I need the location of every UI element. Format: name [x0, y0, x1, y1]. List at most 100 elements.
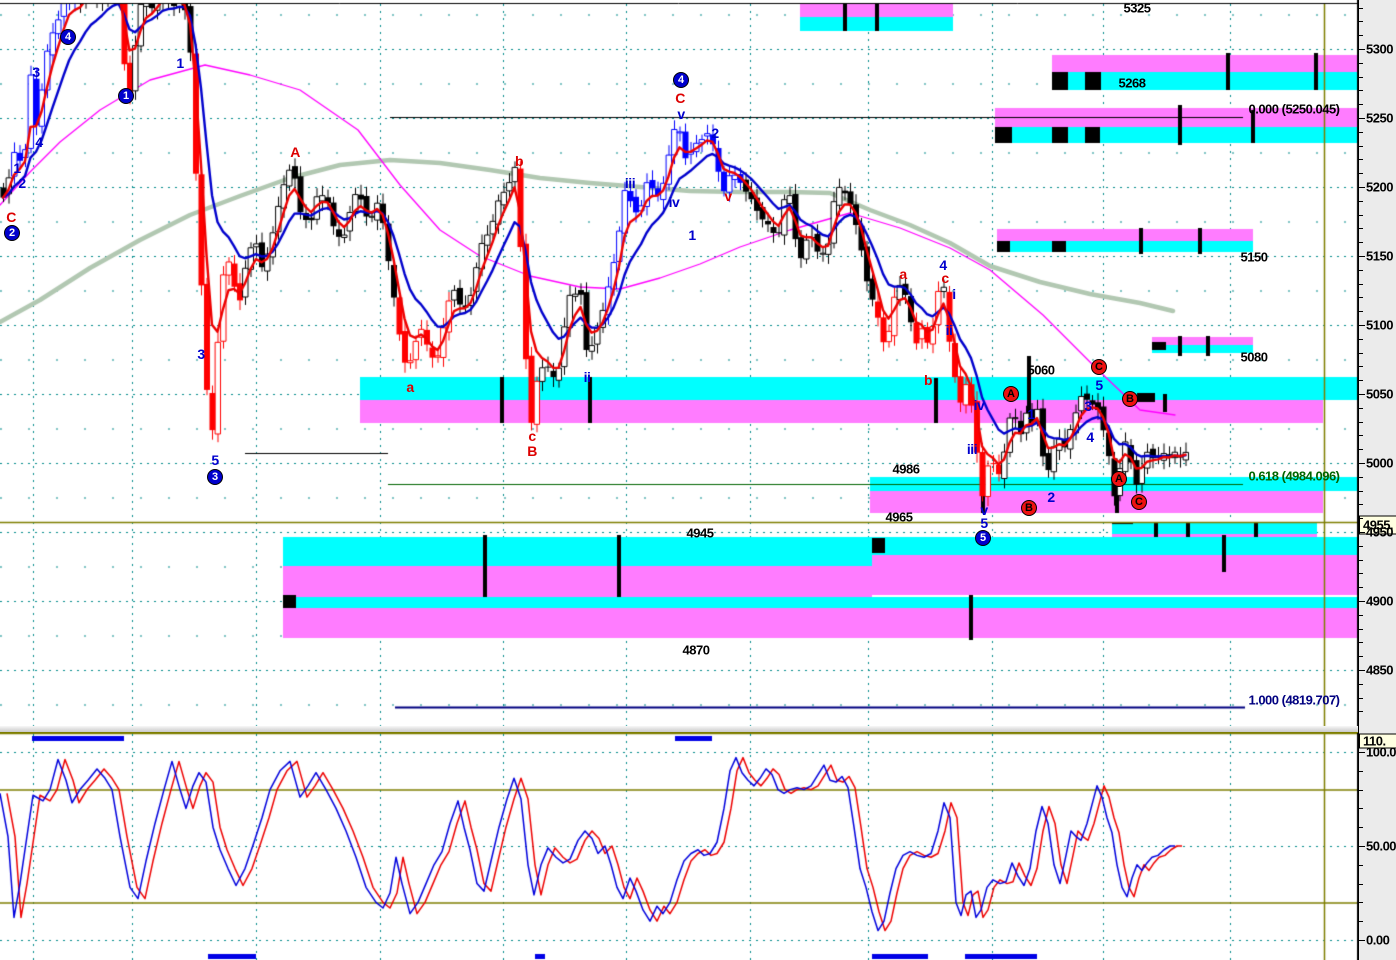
- wave-label: C: [6, 209, 16, 225]
- wave-label: 2: [1047, 489, 1055, 505]
- wave-label: 1: [688, 227, 696, 243]
- wave-label: 1: [176, 55, 184, 71]
- circled-wave-label: B: [1021, 500, 1037, 516]
- axis-tick: [1359, 476, 1363, 478]
- wave-label: c: [528, 428, 536, 444]
- axis-tick: [1359, 545, 1363, 547]
- axis-tick: [1359, 421, 1363, 423]
- axis-tick: [1359, 697, 1363, 699]
- axis-tick: [1359, 921, 1363, 923]
- axis-tick: [1359, 504, 1363, 506]
- axis-tick: [1359, 131, 1363, 133]
- price-axis[interactable]: 4955. 110. 5300 5250 5200 5150 5100 5050 5000 4…: [1358, 0, 1396, 960]
- wave-label: iv: [973, 397, 985, 413]
- axis-tick: [1359, 490, 1363, 492]
- axis-tick: [1359, 380, 1363, 382]
- axis-tick: [1359, 62, 1363, 64]
- axis-tick: [1359, 518, 1363, 520]
- circled-wave-label: A: [1111, 471, 1127, 487]
- wave-label: iv: [668, 194, 680, 210]
- wave-label: b: [514, 153, 524, 169]
- axis-price-label: 5050: [1366, 386, 1393, 402]
- axis-tick: [1359, 407, 1363, 409]
- circled-wave-label: 3: [207, 469, 223, 485]
- axis-tick: [1359, 338, 1363, 340]
- circled-wave-label: 2: [4, 225, 20, 241]
- axis-price-label: 4900: [1366, 593, 1393, 609]
- wave-label: C: [675, 90, 685, 106]
- axis-tick: [1359, 118, 1365, 119]
- axis-indicator-label: 0.00: [1366, 932, 1390, 948]
- axis-price-label: 5200: [1366, 179, 1393, 195]
- stochastic-panel-canvas[interactable]: [0, 733, 1358, 960]
- axis-tick: [1359, 559, 1363, 561]
- axis-tick: [1359, 670, 1365, 671]
- wave-label: 1: [1027, 406, 1035, 422]
- axis-tick: [1359, 256, 1365, 257]
- price-level-label: 5325: [1123, 0, 1151, 16]
- wave-label: 3: [197, 346, 205, 362]
- price-level-label: 4870: [682, 642, 710, 658]
- axis-tick: [1359, 628, 1363, 630]
- axis-indicator-label: 50.00: [1366, 838, 1396, 854]
- axis-tick: [1359, 752, 1365, 753]
- axis-tick: [1359, 200, 1363, 202]
- wave-label: a: [406, 379, 414, 395]
- wave-label: 5: [211, 452, 219, 468]
- axis-tick: [1359, 601, 1365, 602]
- axis-price-label: 5250: [1366, 110, 1393, 126]
- axis-tick: [1359, 435, 1363, 437]
- axis-tick: [1359, 573, 1363, 575]
- axis-tick: [1359, 214, 1363, 216]
- axis-tick: [1359, 642, 1363, 644]
- circled-wave-label: 5: [975, 530, 991, 546]
- wave-label: i: [952, 286, 956, 302]
- circled-wave-label: 1: [118, 88, 134, 104]
- circled-wave-label: B: [1122, 391, 1138, 407]
- axis-tick: [1359, 242, 1363, 244]
- axis-tick: [1359, 311, 1363, 313]
- circled-wave-label: C: [1091, 359, 1107, 375]
- axis-tick: [1359, 449, 1363, 451]
- axis-tick: [1359, 187, 1365, 188]
- axis-tick: [1359, 656, 1363, 658]
- wave-label: 2: [18, 175, 26, 191]
- axis-tick: [1359, 883, 1363, 885]
- price-level-label: 5080: [1240, 349, 1268, 365]
- wave-label: v: [724, 188, 732, 204]
- wave-label: 3: [32, 64, 40, 80]
- axis-tick: [1359, 76, 1363, 78]
- axis-tick: [1359, 808, 1363, 810]
- price-level-label: 5060: [1027, 362, 1055, 378]
- axis-tick: [1359, 770, 1363, 772]
- axis-tick: [1359, 463, 1365, 464]
- wave-label: b: [923, 372, 933, 388]
- wave-label: 4: [35, 134, 43, 150]
- axis-tick: [1359, 711, 1363, 713]
- price-level-label: 5150: [1240, 249, 1268, 265]
- axis-tick: [1359, 269, 1363, 271]
- wave-label: 3: [1084, 398, 1092, 414]
- axis-tick: [1359, 366, 1363, 368]
- wave-label: 4: [1086, 429, 1094, 445]
- axis-tick: [1359, 846, 1365, 847]
- axis-tick: [1359, 104, 1363, 106]
- wave-label: ii: [583, 369, 591, 385]
- axis-tick: [1359, 21, 1363, 23]
- wave-label: c: [941, 270, 949, 286]
- wave-label: 5: [980, 515, 988, 531]
- panel-separator[interactable]: [0, 726, 1396, 733]
- axis-tick: [1359, 7, 1363, 9]
- fib-level-label: 1.000 (4819.707): [1248, 692, 1340, 708]
- wave-label: iii: [624, 175, 636, 191]
- circled-wave-label: C: [1131, 494, 1147, 510]
- wave-label: ii: [945, 322, 953, 338]
- axis-tick: [1359, 228, 1363, 230]
- axis-tick: [1359, 683, 1363, 685]
- axis-tick: [1359, 297, 1363, 299]
- axis-indicator-label: 100.00: [1366, 744, 1396, 760]
- axis-price-label: 5000: [1366, 455, 1393, 471]
- circled-wave-label: A: [1003, 386, 1019, 402]
- circled-wave-label: 4: [673, 72, 689, 88]
- axis-tick: [1359, 145, 1363, 147]
